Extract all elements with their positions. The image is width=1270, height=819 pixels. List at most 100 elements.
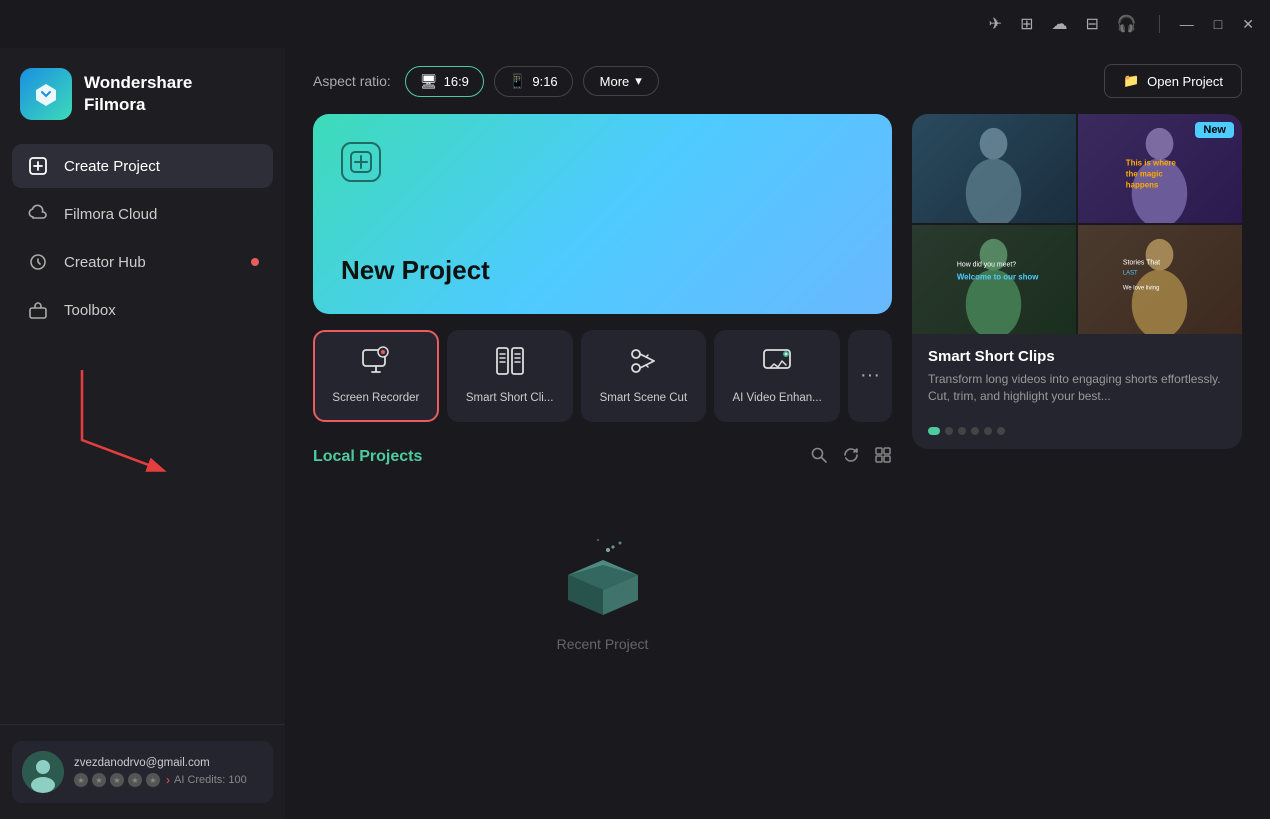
promo-image-3: Welcome to our show How did you meet? xyxy=(912,225,1076,334)
sidebar: Wondershare Filmora Create Project xyxy=(0,48,285,819)
refresh-icon[interactable] xyxy=(842,446,860,469)
main-layout: Wondershare Filmora Create Project xyxy=(0,48,1270,819)
apps-icon[interactable]: ⊟ xyxy=(1085,14,1098,34)
toolbox-icon xyxy=(26,300,50,320)
maximize-button[interactable]: □ xyxy=(1214,16,1222,33)
title-bar-divider xyxy=(1159,15,1160,33)
sidebar-item-create-project[interactable]: Create Project xyxy=(12,144,273,188)
filmora-cloud-icon xyxy=(26,204,50,224)
promo-content: Smart Short Clips Transform long videos … xyxy=(912,334,1242,419)
grid-view-icon[interactable] xyxy=(874,446,892,469)
svg-text:LAST: LAST xyxy=(1123,271,1138,277)
sidebar-item-filmora-cloud[interactable]: Filmora Cloud xyxy=(12,192,273,236)
toolbox-label: Toolbox xyxy=(64,302,116,319)
title-bar: ✈ ⊞ ☁ ⊟ 🎧 — □ ✕ xyxy=(0,0,1270,48)
folder-icon: 📁 xyxy=(1123,73,1139,89)
ai-video-enhance-icon xyxy=(762,346,792,383)
new-project-title: New Project xyxy=(341,255,864,286)
aspect-9-16-button[interactable]: 📱 9:16 xyxy=(494,66,573,97)
svg-text:Stories That: Stories That xyxy=(1123,260,1160,267)
new-badge: New xyxy=(1195,122,1234,138)
aspect-16-9-button[interactable]: 🖥 16:9 xyxy=(405,66,484,97)
credit-star-4: ★ xyxy=(128,773,142,787)
user-email: zvezdanodrvo@gmail.com xyxy=(74,757,263,769)
left-panel: New Project Screen Record xyxy=(313,114,892,692)
ai-video-enhance-tool[interactable]: AI Video Enhan... xyxy=(714,330,840,422)
screen-recorder-label: Screen Recorder xyxy=(332,391,419,406)
monitor-icon: 🖥 xyxy=(420,73,438,90)
close-button[interactable]: ✕ xyxy=(1242,16,1254,33)
credits-arrow-icon: › xyxy=(166,773,170,787)
content-grid: New Project Screen Record xyxy=(285,114,1270,692)
svg-text:happens: happens xyxy=(1126,180,1159,189)
promo-dot-2[interactable] xyxy=(945,427,953,435)
smart-scene-cut-tool[interactable]: Smart Scene Cut xyxy=(581,330,707,422)
cloud-icon[interactable]: ☁ xyxy=(1051,14,1067,34)
promo-images-grid: New This is where the magic happens xyxy=(912,114,1242,334)
creator-hub-notification-dot xyxy=(251,258,259,266)
svg-text:How did you meet?: How did you meet? xyxy=(957,262,1016,269)
minimize-button[interactable]: — xyxy=(1180,16,1194,33)
promo-description: Transform long videos into engaging shor… xyxy=(928,371,1226,405)
promo-dot-4[interactable] xyxy=(971,427,979,435)
headset-icon[interactable]: 🎧 xyxy=(1117,14,1137,34)
user-info: zvezdanodrvo@gmail.com ★ ★ ★ ★ ★ › AI Cr… xyxy=(74,757,263,787)
empty-box-illustration xyxy=(548,525,658,620)
new-project-card[interactable]: New Project xyxy=(313,114,892,314)
promo-dot-6[interactable] xyxy=(997,427,1005,435)
open-project-button[interactable]: 📁 Open Project xyxy=(1104,64,1242,98)
more-tools-button[interactable]: ··· xyxy=(848,330,892,422)
credit-star-1: ★ xyxy=(74,773,88,787)
promo-card: New This is where the magic happens xyxy=(912,114,1242,449)
more-aspect-button[interactable]: More ▾ xyxy=(583,66,659,96)
promo-dot-3[interactable] xyxy=(958,427,966,435)
sidebar-item-creator-hub[interactable]: Creator Hub xyxy=(12,240,273,284)
grid-icon[interactable]: ⊞ xyxy=(1020,14,1033,34)
empty-state: Recent Project xyxy=(313,485,892,692)
user-credits-row: ★ ★ ★ ★ ★ › AI Credits: 100 xyxy=(74,773,263,787)
credits-text: AI Credits: 100 xyxy=(174,774,247,786)
top-bar: Aspect ratio: 🖥 16:9 📱 9:16 More ▾ 📁 Ope… xyxy=(285,48,1270,114)
ai-video-enhance-label: AI Video Enhan... xyxy=(732,391,821,406)
promo-dot-5[interactable] xyxy=(984,427,992,435)
aspect-ratio-label: Aspect ratio: xyxy=(313,73,391,89)
smart-short-clips-icon xyxy=(495,346,525,383)
app-logo: Wondershare Filmora xyxy=(0,48,285,144)
smart-short-clips-label: Smart Short Cli... xyxy=(466,391,554,406)
user-card[interactable]: zvezdanodrvo@gmail.com ★ ★ ★ ★ ★ › AI Cr… xyxy=(12,741,273,803)
phone-icon: 📱 xyxy=(509,73,526,90)
sidebar-bottom: zvezdanodrvo@gmail.com ★ ★ ★ ★ ★ › AI Cr… xyxy=(0,724,285,819)
promo-image-4: Stories That LAST We love living xyxy=(1078,225,1242,334)
smart-scene-cut-icon xyxy=(628,346,658,383)
promo-image-1 xyxy=(912,114,1076,223)
filmora-cloud-label: Filmora Cloud xyxy=(64,206,157,223)
create-project-label: Create Project xyxy=(64,158,160,175)
local-projects-actions xyxy=(810,446,892,469)
screen-recorder-icon xyxy=(361,346,391,383)
title-bar-icons: ✈ ⊞ ☁ ⊟ 🎧 xyxy=(989,14,1164,34)
screen-recorder-tool[interactable]: Screen Recorder xyxy=(313,330,439,422)
sidebar-nav: Create Project Filmora Cloud Creato xyxy=(0,144,285,724)
smart-scene-cut-label: Smart Scene Cut xyxy=(600,391,688,406)
app-name: Wondershare Filmora xyxy=(84,72,192,116)
credit-star-2: ★ xyxy=(92,773,106,787)
sidebar-item-toolbox[interactable]: Toolbox xyxy=(12,288,273,332)
creator-hub-icon xyxy=(26,252,50,272)
aspect-ratio-group: Aspect ratio: 🖥 16:9 📱 9:16 More ▾ xyxy=(313,66,659,97)
promo-image-2: New This is where the magic happens xyxy=(1078,114,1242,223)
credit-star-3: ★ xyxy=(110,773,124,787)
local-projects-title: Local Projects xyxy=(313,448,422,466)
more-label: More xyxy=(600,74,630,89)
chevron-down-icon: ▾ xyxy=(635,73,642,89)
empty-state-text: Recent Project xyxy=(557,636,649,652)
local-projects-header: Local Projects xyxy=(313,446,892,469)
svg-text:Welcome to our show: Welcome to our show xyxy=(957,273,1039,282)
promo-dot-1[interactable] xyxy=(928,427,940,435)
send-icon[interactable]: ✈ xyxy=(989,14,1002,34)
svg-text:We love living: We love living xyxy=(1123,285,1160,291)
content-area: Aspect ratio: 🖥 16:9 📱 9:16 More ▾ 📁 Ope… xyxy=(285,48,1270,819)
svg-text:This is where: This is where xyxy=(1126,159,1177,168)
svg-text:the magic: the magic xyxy=(1126,169,1164,178)
search-icon[interactable] xyxy=(810,446,828,469)
smart-short-clips-tool[interactable]: Smart Short Cli... xyxy=(447,330,573,422)
